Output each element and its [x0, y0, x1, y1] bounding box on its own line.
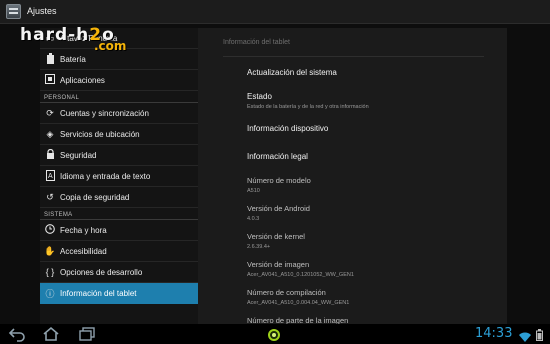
- sidebar-item-idioma[interactable]: A Idioma y entrada de texto: [40, 166, 198, 187]
- svg-text:A: A: [48, 173, 53, 180]
- detail-panel: Información del tablet Actualización del…: [198, 28, 507, 324]
- braces-icon: { }: [45, 267, 55, 277]
- panel-divider: [223, 56, 484, 57]
- sidebar-item-label: Aplicaciones: [60, 75, 105, 85]
- sidebar-item-seguridad[interactable]: Seguridad: [40, 145, 198, 166]
- row-value: Acer_AV041_A510_0.004.04_WW_GEN1: [247, 300, 350, 306]
- row-label: Versión de Android: [247, 204, 310, 213]
- recent-apps-icon[interactable]: [78, 326, 95, 342]
- settings-sidebar: ▭ Altavoz/Pantalla Batería Aplicaciones …: [40, 28, 198, 324]
- row-value: 4.0.3: [247, 216, 260, 222]
- row-estado[interactable]: Estado Estado de la batería y de la red …: [247, 92, 487, 110]
- row-title: Información dispositivo: [247, 124, 329, 133]
- row-title: Actualización del sistema: [247, 68, 337, 77]
- hand-icon: ✋: [44, 245, 56, 256]
- system-nav-bar: 14:33: [0, 324, 550, 344]
- row-kernel: Versión de kernel 2.6.39.4+: [247, 232, 487, 250]
- row-info-dispositivo[interactable]: Información dispositivo: [247, 124, 487, 133]
- row-android: Versión de Android 4.0.3: [247, 204, 487, 222]
- row-modelo: Número de modelo A510: [247, 176, 487, 194]
- section-header-sistema: SISTEMA: [40, 208, 198, 220]
- row-value: 2.6.39.4+: [247, 244, 271, 250]
- sidebar-item-label: Seguridad: [60, 150, 97, 160]
- app-title: Ajustes: [27, 6, 57, 16]
- info-icon: ⓘ: [45, 288, 55, 299]
- row-imagen: Versión de imagen Acer_AV041_A510_0.1201…: [247, 260, 487, 278]
- apps-icon: [40, 74, 60, 86]
- row-label: Número de compilación: [247, 288, 326, 297]
- section-header-personal: PERSONAL: [40, 91, 198, 103]
- battery-icon: [40, 52, 60, 66]
- row-info-legal[interactable]: Información legal: [247, 152, 487, 161]
- sidebar-item-label: Servicios de ubicación: [60, 129, 140, 139]
- row-label: Versión de imagen: [247, 260, 310, 269]
- row-actualizacion-sistema[interactable]: Actualización del sistema: [247, 68, 487, 77]
- sidebar-item-label: Idioma y entrada de texto: [60, 171, 151, 181]
- sidebar-item-label: Información del tablet: [60, 288, 137, 298]
- row-title: Información legal: [247, 152, 308, 161]
- sync-icon: ⟳: [46, 107, 54, 118]
- language-icon: A: [40, 169, 60, 183]
- row-value: A510: [247, 188, 260, 194]
- row-pieza: Número de parte de la imagen: [247, 316, 487, 324]
- row-title: Estado: [247, 92, 272, 101]
- sidebar-item-label: Fecha y hora: [60, 225, 107, 235]
- lock-icon: [40, 148, 60, 161]
- notification-dot-icon[interactable]: [268, 328, 280, 344]
- row-value: Acer_AV041_A510_0.1201052_WW_GEN1: [247, 272, 354, 278]
- display-icon: ▭: [45, 32, 55, 43]
- settings-app-icon[interactable]: [6, 4, 21, 19]
- sidebar-item-label: Opciones de desarrollo: [60, 267, 143, 277]
- battery-status-icon: [536, 328, 543, 344]
- back-icon[interactable]: [8, 326, 25, 342]
- sidebar-item-label: Copia de seguridad: [60, 192, 130, 202]
- row-label: Versión de kernel: [247, 232, 305, 241]
- location-icon: ◈: [46, 128, 54, 139]
- sidebar-item-informacion[interactable]: ⓘ Información del tablet: [40, 283, 198, 304]
- sidebar-item-cuentas[interactable]: ⟳ Cuentas y sincronización: [40, 103, 198, 124]
- action-bar: Ajustes: [0, 0, 550, 24]
- sidebar-item-fecha[interactable]: Fecha y hora: [40, 220, 198, 241]
- row-label: Número de modelo: [247, 176, 311, 185]
- panel-title: Información del tablet: [223, 39, 290, 46]
- sidebar-item-accesibilidad[interactable]: ✋ Accesibilidad: [40, 241, 198, 262]
- sidebar-item-label: Batería: [60, 54, 86, 64]
- sidebar-item-aplicaciones[interactable]: Aplicaciones: [40, 70, 198, 91]
- sidebar-item-desarrollo[interactable]: { } Opciones de desarrollo: [40, 262, 198, 283]
- clock-icon: [40, 224, 60, 236]
- row-compilacion: Número de compilación Acer_AV041_A510_0.…: [247, 288, 487, 306]
- wifi-icon: [519, 329, 531, 344]
- sidebar-item-ubicacion[interactable]: ◈ Servicios de ubicación: [40, 124, 198, 145]
- sidebar-item-bateria[interactable]: Batería: [40, 49, 198, 70]
- sidebar-item-copia[interactable]: ↺ Copia de seguridad: [40, 187, 198, 208]
- row-label: Número de parte de la imagen: [247, 316, 349, 324]
- sidebar-item-altavoz[interactable]: ▭ Altavoz/Pantalla: [40, 28, 198, 49]
- sidebar-item-label: Cuentas y sincronización: [60, 108, 149, 118]
- backup-icon: ↺: [46, 191, 54, 202]
- row-subtitle: Estado de la batería y de la red y otra …: [247, 104, 369, 110]
- sidebar-item-label: Altavoz/Pantalla: [60, 33, 118, 43]
- sidebar-item-label: Accesibilidad: [60, 246, 107, 256]
- home-icon[interactable]: [42, 326, 59, 342]
- clock-readout[interactable]: 14:33: [475, 326, 512, 341]
